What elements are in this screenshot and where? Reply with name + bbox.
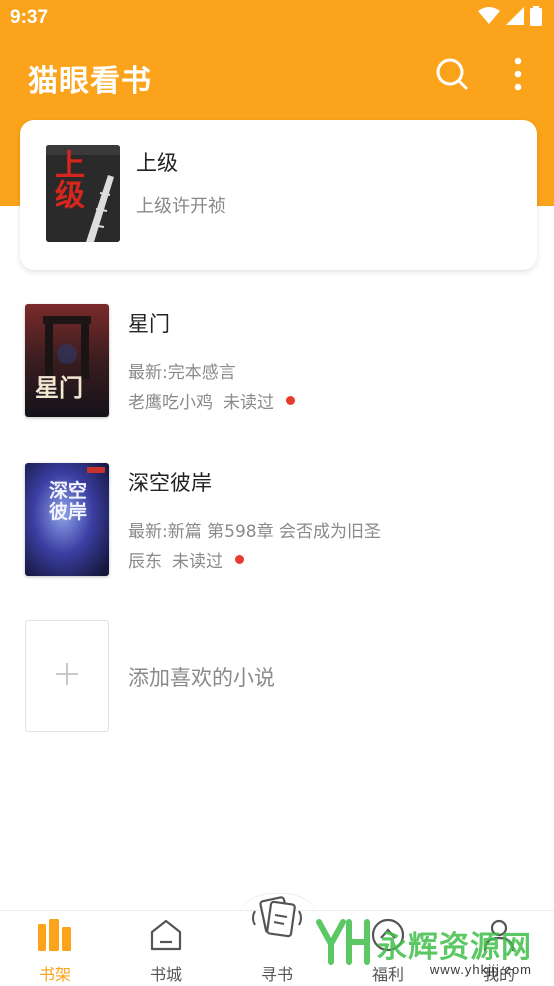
book-title: 星门 (128, 312, 170, 336)
book-latest-chapter: 最新:新篇 第598章 会否成为旧圣 (128, 522, 381, 542)
more-button[interactable] (498, 56, 538, 96)
app-screen: 9:37 猫眼看书 上级 上级 上级许开祯 星门 星门 最新:完本感言 老鹰吃小… (0, 0, 554, 986)
find-book-icon (247, 893, 307, 943)
book-item[interactable]: 深空彼岸 深空彼岸 最新:新篇 第598章 会否成为旧圣 辰东 未读过 (0, 463, 554, 583)
unread-dot (286, 396, 295, 405)
search-button[interactable] (432, 56, 472, 96)
status-time: 9:37 (10, 7, 49, 28)
book-latest-chapter: 最新:完本感言 (128, 363, 236, 383)
book-read-status: 未读过 (223, 393, 274, 413)
status-icons (478, 6, 542, 30)
book-item[interactable]: 星门 星门 最新:完本感言 老鹰吃小鸡 未读过 (0, 304, 554, 424)
more-vertical-icon (514, 57, 522, 95)
featured-book-author: 上级许开祯 (136, 196, 226, 217)
featured-book-cover: 上级 (46, 145, 120, 242)
wifi-icon (478, 7, 500, 29)
featured-book-title: 上级 (136, 151, 178, 175)
status-bar: 9:37 (0, 0, 554, 38)
search-icon (435, 57, 469, 95)
nav-tab-bookshelf[interactable]: 书架 (0, 911, 110, 986)
book-read-status: 未读过 (172, 552, 223, 572)
nav-label: 书架 (38, 965, 71, 984)
add-book-label[interactable]: 添加喜欢的小说 (128, 662, 275, 692)
plus-icon (55, 662, 79, 690)
battery-icon (530, 6, 542, 30)
book-author: 辰东 (128, 552, 162, 572)
nav-tab-bookstore[interactable]: 书城 (111, 911, 221, 986)
book-cover-title: 深空彼岸 (49, 480, 88, 523)
book-cover: 星门 (25, 304, 109, 417)
app-title: 猫眼看书 (28, 64, 152, 99)
nav-label: 书城 (149, 965, 182, 984)
nav-label: 福利 (371, 965, 404, 984)
nav-tab-welfare[interactable]: 福利 (333, 911, 443, 986)
book-meta: 辰东 未读过 (128, 547, 244, 572)
featured-book-card[interactable]: 上级 上级 上级许开祯 (20, 120, 537, 270)
profile-icon (481, 917, 517, 953)
book-author: 老鹰吃小鸡 (128, 393, 213, 413)
signal-icon (506, 7, 524, 29)
nav-label: 寻书 (260, 965, 293, 984)
bookstore-icon (148, 917, 184, 953)
welfare-icon (370, 917, 406, 953)
book-cover: 深空彼岸 (25, 463, 109, 576)
book-cover-title: 星门 (35, 374, 83, 402)
bookshelf-icon (37, 917, 73, 953)
add-book-button[interactable] (25, 620, 109, 732)
featured-cover-title: 上级 (49, 149, 84, 209)
book-title: 深空彼岸 (128, 471, 212, 495)
unread-dot (235, 555, 244, 564)
watermark-url: www.yhkjjj.com (429, 962, 532, 977)
book-meta: 老鹰吃小鸡 未读过 (128, 388, 295, 413)
nav-tab-find-book[interactable]: 寻书 (222, 896, 332, 986)
